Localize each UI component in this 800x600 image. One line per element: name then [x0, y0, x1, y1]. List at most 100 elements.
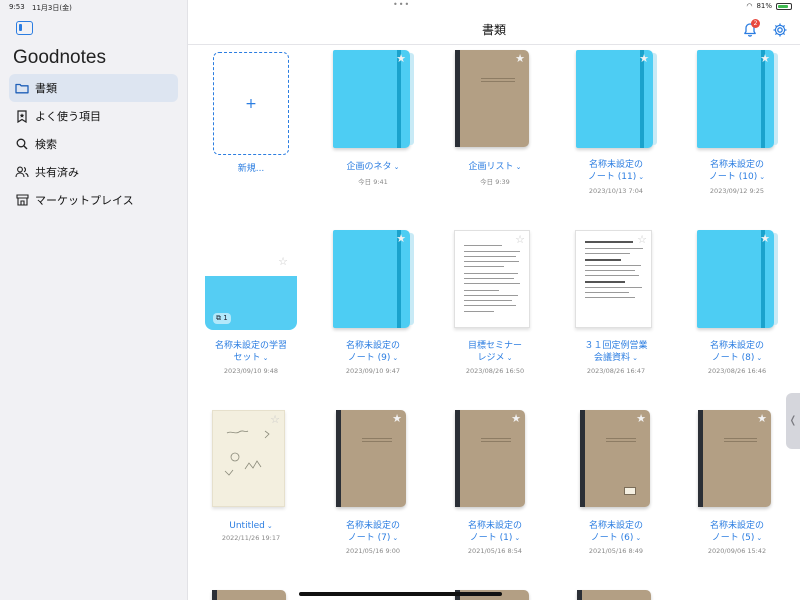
study-set-folder[interactable]: ☆ ⧉ 1 — [205, 250, 297, 330]
document-title[interactable]: 名称未設定の ノート (1) ⌄ — [434, 520, 556, 544]
handwriting-sketch-icon — [224, 430, 270, 476]
chevron-down-icon[interactable]: ⌄ — [392, 354, 398, 362]
side-panel-handle-icon[interactable]: ❬ — [786, 393, 800, 449]
document-title[interactable]: 名称未設定の ノート (6) ⌄ — [555, 520, 677, 544]
document-title[interactable]: 目標セミナー レジメ ⌄ — [434, 340, 556, 364]
star-icon[interactable]: ★ — [639, 53, 649, 64]
chevron-down-icon[interactable]: ⌄ — [263, 354, 269, 362]
notebook-cover[interactable]: ★ — [576, 50, 657, 148]
star-icon[interactable]: ★ — [636, 413, 646, 424]
chevron-down-icon[interactable]: ⌄ — [394, 163, 400, 171]
chevron-down-icon[interactable]: ⌄ — [635, 534, 641, 542]
document-title[interactable]: 名称未設定の ノート (5) ⌄ — [676, 520, 798, 544]
star-icon[interactable]: ★ — [396, 53, 406, 64]
sidebar-nav: 書類 よく使う項目 検索 共有済み マーケットプレイス — [9, 74, 178, 214]
document-date: 2021/05/16 9:00 — [345, 547, 401, 555]
status-bar: 9:53 11月3日(金) ◠ 81% — [0, 0, 800, 14]
battery-percent: 81% — [756, 2, 772, 10]
chevron-down-icon[interactable]: ⌄ — [516, 163, 522, 171]
notebook-cover[interactable]: ★ — [333, 50, 414, 148]
document-date: 2023/09/10 9:48 — [223, 367, 279, 375]
document-title[interactable]: Untitled ⌄ — [190, 520, 312, 532]
new-document-label[interactable]: 新規... — [190, 163, 312, 175]
chevron-down-icon[interactable]: ⌄ — [759, 173, 765, 181]
new-document-button[interactable]: + — [213, 52, 289, 155]
battery-icon — [776, 2, 792, 10]
document-date: 2023/10/13 7:04 — [588, 187, 644, 195]
header-divider — [188, 44, 800, 45]
people-icon — [15, 165, 29, 179]
sidebar-toggle-icon[interactable] — [16, 21, 33, 35]
chevron-down-icon[interactable]: ⌄ — [392, 534, 398, 542]
chevron-down-icon[interactable]: ⌄ — [514, 534, 520, 542]
document-title[interactable]: 名称未設定の学習 セット ⌄ — [190, 340, 312, 364]
notebook-cover[interactable]: ★ — [580, 410, 650, 507]
sidebar-item-marketplace[interactable]: マーケットプレイス — [9, 186, 178, 214]
star-icon[interactable]: ☆ — [637, 234, 647, 245]
star-icon[interactable]: ★ — [760, 53, 770, 64]
notebook-cover[interactable]: ★ — [698, 410, 771, 507]
star-icon[interactable]: ★ — [760, 233, 770, 244]
document-title[interactable]: 名称未設定の ノート (9) ⌄ — [312, 340, 434, 364]
notebook-cover[interactable]: ★ — [697, 230, 778, 328]
chevron-down-icon[interactable]: ⌄ — [507, 354, 513, 362]
document-title[interactable]: ３１回定例営業 会議資料 ⌄ — [555, 340, 677, 364]
sidebar-item-label: 検索 — [35, 138, 57, 151]
wifi-icon: ◠ — [746, 2, 753, 10]
notebook-cover[interactable]: ★ — [455, 410, 525, 507]
notification-badge: 2 — [751, 19, 760, 28]
sidebar-item-documents[interactable]: 書類 — [9, 74, 178, 102]
star-icon[interactable]: ☆ — [515, 234, 525, 245]
status-time: 9:53 — [9, 3, 25, 11]
chevron-down-icon[interactable]: ⌄ — [756, 534, 762, 542]
notebook-cover[interactable]: ★ — [697, 50, 778, 148]
star-icon[interactable]: ★ — [515, 53, 525, 64]
notebook-cover[interactable]: ★ — [333, 230, 414, 328]
bookmark-star-icon — [15, 109, 29, 123]
search-icon — [15, 137, 29, 151]
document-date: 2021/05/16 8:54 — [467, 547, 523, 555]
document-title[interactable]: 企画リスト ⌄ — [434, 161, 556, 173]
star-icon[interactable]: ★ — [396, 233, 406, 244]
chevron-down-icon[interactable]: ⌄ — [756, 354, 762, 362]
document-title[interactable]: 企画のネタ ⌄ — [312, 161, 434, 173]
document-title[interactable]: 名称未設定の ノート (8) ⌄ — [676, 340, 798, 364]
plus-icon: + — [245, 95, 257, 112]
document-date: 2023/08/26 16:47 — [586, 367, 646, 375]
document-date: 2022/11/26 19:17 — [221, 534, 281, 542]
document-date: 2023/08/26 16:50 — [465, 367, 525, 375]
document-title[interactable]: 名称未設定の ノート (11) ⌄ — [555, 159, 677, 183]
document-date: 2023/08/26 16:46 — [707, 367, 767, 375]
star-icon[interactable]: ★ — [511, 413, 521, 424]
cover-label — [624, 487, 636, 495]
settings-gear-icon[interactable] — [772, 22, 788, 38]
notebook-cover[interactable] — [212, 590, 286, 600]
document-title[interactable]: 名称未設定の ノート (7) ⌄ — [312, 520, 434, 544]
document-page-preview[interactable]: ☆ — [575, 230, 652, 328]
star-icon[interactable]: ★ — [757, 413, 767, 424]
page-title: 書類 — [481, 23, 506, 37]
notebook-cover[interactable]: ★ — [455, 50, 529, 147]
chevron-down-icon[interactable]: ⌄ — [267, 522, 273, 530]
star-icon[interactable]: ★ — [392, 413, 402, 424]
document-date: 2023/09/12 9:25 — [709, 187, 765, 195]
document-page-preview[interactable]: ☆ — [212, 410, 285, 507]
sidebar-item-label: 書類 — [35, 82, 57, 95]
sidebar-item-favorites[interactable]: よく使う項目 — [9, 102, 178, 130]
sidebar-item-label: 共有済み — [35, 166, 79, 179]
sidebar-item-shared[interactable]: 共有済み — [9, 158, 178, 186]
chevron-down-icon[interactable]: ⌄ — [638, 173, 644, 181]
sidebar-item-search[interactable]: 検索 — [9, 130, 178, 158]
document-title[interactable]: 名称未設定の ノート (10) ⌄ — [676, 159, 798, 183]
chevron-down-icon[interactable]: ⌄ — [632, 354, 638, 362]
status-date: 11月3日(金) — [32, 4, 72, 12]
star-icon[interactable]: ☆ — [278, 256, 288, 267]
sidebar: Goodnotes 書類 よく使う項目 検索 共有済み マーケットプレイス — [0, 0, 188, 600]
app-title: Goodnotes — [13, 47, 106, 68]
document-page-preview[interactable]: ☆ — [454, 230, 530, 328]
status-right: ◠ 81% — [746, 2, 792, 10]
notebook-cover[interactable]: ★ — [336, 410, 406, 507]
home-indicator[interactable] — [299, 592, 502, 596]
notebook-cover[interactable] — [577, 590, 651, 600]
document-date: 2020/09/06 15:42 — [707, 547, 767, 555]
